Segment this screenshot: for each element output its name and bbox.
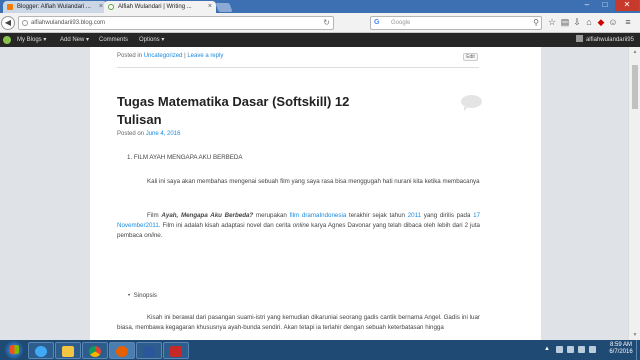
year-link[interactable]: 2011 <box>408 212 421 219</box>
new-tab-button[interactable] <box>215 3 233 12</box>
clock[interactable]: 8:59 AM 6/7/2016 <box>606 342 636 356</box>
category-link[interactable]: Uncategorized <box>144 53 183 59</box>
taskbar-chrome[interactable] <box>82 342 108 359</box>
comment-bubble-icon[interactable] <box>461 95 482 111</box>
home-icon[interactable]: ⌂ <box>583 16 595 29</box>
acrobat-icon <box>170 346 182 357</box>
blog-icon <box>108 4 114 10</box>
clock-date: 6/7/2016 <box>609 349 633 355</box>
adminbar-add-new[interactable]: Add New ▾ <box>60 33 89 47</box>
adminbar-comments[interactable]: Comments <box>99 33 128 47</box>
search-box[interactable]: G Google ⚲ <box>370 16 542 30</box>
battery-icon[interactable] <box>556 346 563 353</box>
leave-reply-link[interactable]: Leave a reply <box>187 53 223 59</box>
smiley-icon[interactable]: ☺ <box>607 16 619 29</box>
search-icon[interactable]: ⚲ <box>533 17 539 29</box>
taskbar: ▲ 8:59 AM 6/7/2016 <box>0 340 640 360</box>
maximize-button[interactable]: □ <box>596 0 614 11</box>
post-title[interactable]: Tugas Matematika Dasar (Softskill) 12 Tu… <box>117 93 367 129</box>
close-tab-icon[interactable]: × <box>208 1 212 13</box>
taskbar-firefox[interactable] <box>109 342 135 359</box>
show-desktop-button[interactable] <box>636 340 640 360</box>
taskbar-word[interactable] <box>136 342 162 359</box>
close-tab-icon[interactable]: × <box>99 1 103 13</box>
clipboard-icon[interactable]: ▤ <box>559 16 571 29</box>
search-placeholder: Google <box>391 20 411 26</box>
menu-icon[interactable]: ≡ <box>622 16 634 29</box>
network-icon[interactable] <box>578 346 585 353</box>
scroll-up-icon[interactable]: ▲ <box>631 49 639 55</box>
page-viewport: Posted in Uncategorized | Leave a reply … <box>0 47 628 340</box>
windows-logo-icon <box>10 345 19 354</box>
posted-on: Posted on June 4, 2016 <box>117 131 181 137</box>
tab-title: Blogger: Alfiah Wulandari ... <box>17 4 91 10</box>
browser-window: Blogger: Alfiah Wulandari ... × Alfiah W… <box>0 0 640 360</box>
minimize-button[interactable]: – <box>578 0 596 11</box>
start-button[interactable] <box>0 340 28 360</box>
taskbar-internet-explorer[interactable] <box>28 342 54 359</box>
address-bar[interactable]: alfiahwulandarii93.blog.com ↻ <box>18 16 334 30</box>
list-item-sinopsis: • Sinopsis <box>128 292 158 299</box>
film-drama-link[interactable]: film drama <box>290 212 320 219</box>
star-icon[interactable]: ☆ <box>546 16 558 29</box>
adminbar-options[interactable]: Options ▾ <box>139 33 164 47</box>
clock-time: 8:59 AM <box>609 342 632 348</box>
site-info-icon[interactable] <box>22 20 28 26</box>
adminbar-my-blogs[interactable]: My Blogs ▾ <box>17 33 46 47</box>
flag-icon[interactable] <box>567 346 574 353</box>
back-arrow-icon[interactable]: ◀ <box>1 16 15 30</box>
google-icon: G <box>374 19 380 26</box>
paragraph-1: Kali ini saya akan membahas mengenai seb… <box>147 178 480 185</box>
url-text: alfiahwulandarii93.blog.com <box>31 20 106 26</box>
list-item: 1. FILM AYAH MENGAPA AKU BERBEDA <box>127 154 243 161</box>
site-logo-icon[interactable] <box>3 36 11 44</box>
edit-button[interactable]: Edit <box>463 53 478 61</box>
tab-title: Alfiah Wulandari | Writing ... <box>118 4 192 10</box>
scroll-down-icon[interactable]: ▼ <box>631 332 639 338</box>
post-date-link[interactable]: June 4, 2016 <box>146 131 181 137</box>
adminbar-user[interactable]: alfiahwulandarii95 <box>575 33 634 47</box>
year-link-2[interactable]: 2011 <box>146 222 159 229</box>
reload-icon[interactable]: ↻ <box>323 17 330 29</box>
download-icon[interactable]: ⇩ <box>571 16 583 29</box>
avatar <box>575 35 583 42</box>
paragraph-2: Film Ayah, Mengapa Aku Berbeda? merupaka… <box>117 212 481 239</box>
notifications-icon[interactable]: ◆ <box>595 16 607 29</box>
tab-strip: Blogger: Alfiah Wulandari ... × Alfiah W… <box>0 0 640 13</box>
divider <box>117 67 479 68</box>
word-icon <box>143 346 155 357</box>
taskbar-acrobat[interactable] <box>163 342 189 359</box>
post-meta-top: Posted in Uncategorized | Leave a reply <box>117 53 224 59</box>
system-tray: ▲ 8:59 AM 6/7/2016 <box>540 340 640 360</box>
scrollbar-thumb[interactable] <box>632 65 638 109</box>
tab-blog[interactable]: Alfiah Wulandari | Writing ... × <box>104 1 216 13</box>
admin-bar: My Blogs ▾ Add New ▾ Comments Options ▾ … <box>0 33 640 47</box>
nav-toolbar: ◀ alfiahwulandarii93.blog.com ↻ G Google… <box>0 13 640 33</box>
taskbar-file-explorer[interactable] <box>55 342 81 359</box>
indonesia-link[interactable]: Indonesia <box>319 212 346 219</box>
chrome-icon <box>89 346 101 357</box>
paragraph-3: Kisah ini berawal dari pasangan suami-is… <box>117 314 480 331</box>
volume-icon[interactable] <box>589 346 596 353</box>
close-window-button[interactable]: ✕ <box>615 0 639 11</box>
post-article: Posted in Uncategorized | Leave a reply … <box>90 47 541 340</box>
blogger-icon <box>7 4 13 10</box>
folder-icon <box>62 346 74 357</box>
internet-explorer-icon <box>35 346 47 357</box>
tab-blogger[interactable]: Blogger: Alfiah Wulandari ... × <box>3 1 107 13</box>
show-hidden-icons-icon[interactable]: ▲ <box>544 346 550 352</box>
vertical-scrollbar[interactable]: ▲ ▼ <box>628 47 640 340</box>
firefox-icon <box>116 346 128 357</box>
